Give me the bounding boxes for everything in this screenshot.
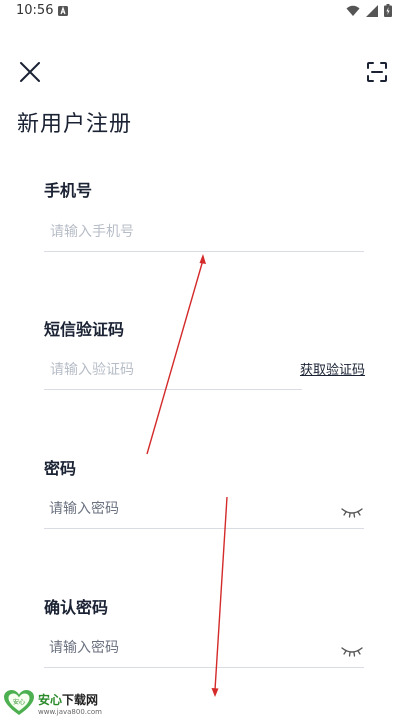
wifi-icon <box>346 5 360 16</box>
watermark-brand-b: 下载网 <box>62 692 99 707</box>
scan-icon <box>367 62 387 82</box>
watermark-brand: 安心下载网 <box>38 691 102 707</box>
sms-code-input[interactable] <box>44 350 302 390</box>
heart-logo-icon: 安心 <box>4 690 34 715</box>
status-time: 10:56 <box>16 3 54 18</box>
page-title: 新用户注册 <box>17 112 133 137</box>
sms-code-label: 短信验证码 <box>44 320 125 339</box>
close-icon <box>20 62 40 82</box>
phone-label: 手机号 <box>44 181 93 200</box>
confirm-password-input[interactable] <box>44 628 364 668</box>
get-code-button[interactable]: 获取验证码 <box>300 359 365 378</box>
confirm-password-label: 确认密码 <box>44 598 109 617</box>
a-notification-icon <box>58 6 68 16</box>
watermark-url: www.java800.com <box>38 707 102 716</box>
status-bar: 10:56 <box>0 0 406 24</box>
password-label: 密码 <box>44 459 77 478</box>
eye-closed-icon[interactable] <box>341 507 363 519</box>
watermark-brand-a: 安心 <box>38 692 63 707</box>
close-button[interactable] <box>16 58 44 86</box>
password-input[interactable] <box>44 489 364 529</box>
signal-icon <box>366 4 378 17</box>
svg-text:安心: 安心 <box>13 698 25 706</box>
scan-button[interactable] <box>363 58 391 86</box>
phone-input[interactable] <box>44 212 364 252</box>
battery-charging-icon <box>384 4 392 17</box>
eye-closed-icon[interactable] <box>341 646 363 658</box>
watermark: 安心 安心下载网 www.java800.com <box>4 690 102 716</box>
status-icons <box>346 4 392 17</box>
